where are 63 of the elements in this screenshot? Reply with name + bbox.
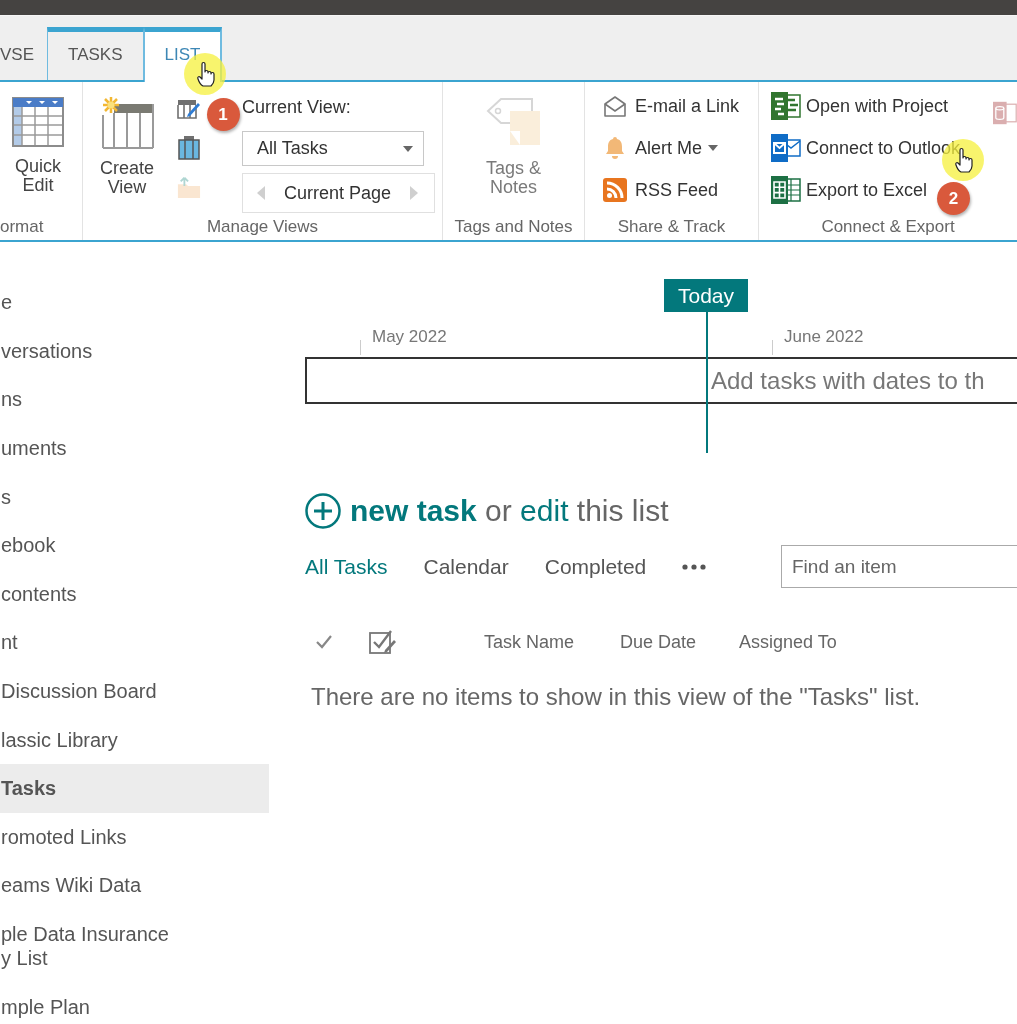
nav-link[interactable]: eams Wiki Data bbox=[0, 861, 269, 910]
nav-link[interactable]: ple Data Insurance y List bbox=[0, 909, 269, 983]
group-label: Manage Views bbox=[205, 216, 320, 238]
nav-link[interactable]: lassic Library bbox=[0, 715, 269, 764]
column-header[interactable]: Task Name bbox=[484, 631, 620, 653]
columns-icon[interactable] bbox=[178, 135, 200, 160]
nav-link[interactable]: mple Plan bbox=[0, 982, 269, 1019]
more-icon[interactable] bbox=[682, 563, 707, 570]
ribbon-tab[interactable]: VSE bbox=[0, 32, 48, 80]
nav-link[interactable]: ns bbox=[0, 375, 269, 424]
ribbon-button[interactable]: E-mail a Link bbox=[603, 85, 740, 127]
search-field[interactable]: Find an item bbox=[781, 545, 1017, 588]
checkbox-icon[interactable] bbox=[369, 628, 397, 656]
step-badge: 2 bbox=[937, 182, 971, 215]
gantt-icon bbox=[771, 92, 801, 120]
view-tab[interactable]: All Tasks bbox=[305, 554, 388, 579]
view-dropdown[interactable]: All Tasks bbox=[242, 131, 424, 166]
rss-icon bbox=[603, 178, 627, 202]
nav-link[interactable]: romoted Links bbox=[0, 812, 269, 862]
empty-message: There are no items to show in this view of the "Tasks" list. bbox=[311, 682, 922, 712]
month-tick bbox=[360, 340, 361, 355]
month-tick bbox=[772, 340, 773, 355]
month-label: June 2022 bbox=[784, 327, 864, 347]
nav-link[interactable]: Discussion Board bbox=[0, 666, 269, 716]
nav-link[interactable]: contents bbox=[0, 569, 269, 619]
checkmark-icon bbox=[316, 635, 332, 649]
ribbon-button[interactable]: Create View bbox=[95, 85, 159, 197]
today-marker: Today bbox=[664, 279, 748, 312]
view-tab[interactable]: Calendar bbox=[423, 554, 509, 579]
nav-link[interactable]: e bbox=[0, 278, 269, 327]
mail-icon bbox=[771, 134, 801, 162]
nav-link[interactable]: s bbox=[0, 472, 269, 521]
caret-down-icon bbox=[403, 145, 413, 152]
ribbon-button[interactable]: RSS Feed bbox=[603, 169, 719, 211]
prompt-link[interactable]: new task bbox=[350, 494, 477, 527]
ribbon-button[interactable]: Quick Edit bbox=[6, 85, 70, 195]
group-label: ormat bbox=[0, 216, 45, 238]
group-label: Connect & Export bbox=[820, 216, 956, 238]
spreadsheet-icon bbox=[771, 176, 801, 204]
group-label: Tags and Notes bbox=[453, 216, 574, 238]
group-label: Share & Track bbox=[616, 216, 727, 238]
nav-link[interactable]: ebook bbox=[0, 520, 269, 570]
nav-link[interactable]: Tasks bbox=[0, 763, 269, 813]
table-pen-icon[interactable] bbox=[177, 98, 201, 119]
month-label: May 2022 bbox=[372, 327, 447, 347]
nav-link[interactable]: uments bbox=[0, 423, 269, 473]
prompt-link[interactable]: edit bbox=[520, 494, 569, 527]
column-header[interactable]: Due Date bbox=[620, 631, 739, 653]
add-task-prompt: new task or edit this list bbox=[350, 493, 669, 529]
ribbon-button[interactable]: Alert Me bbox=[603, 127, 719, 169]
view-caption: Current View: bbox=[242, 96, 351, 119]
nav-link[interactable]: nt bbox=[0, 618, 269, 667]
sparkle-table-icon bbox=[100, 97, 154, 149]
view-tab[interactable]: Completed bbox=[544, 554, 647, 579]
add-icon[interactable] bbox=[305, 493, 341, 529]
envelope-icon bbox=[603, 95, 627, 117]
column-header[interactable]: Assigned To bbox=[739, 631, 837, 653]
table-icon bbox=[12, 97, 64, 147]
timeline-message: Add tasks with dates to th bbox=[711, 366, 985, 396]
nav-link[interactable]: versations bbox=[0, 326, 269, 376]
bell-icon bbox=[603, 136, 627, 160]
ribbon-button[interactable]: Open with Project bbox=[771, 85, 949, 127]
ribbon-button[interactable]: Export to Excel bbox=[771, 169, 928, 211]
